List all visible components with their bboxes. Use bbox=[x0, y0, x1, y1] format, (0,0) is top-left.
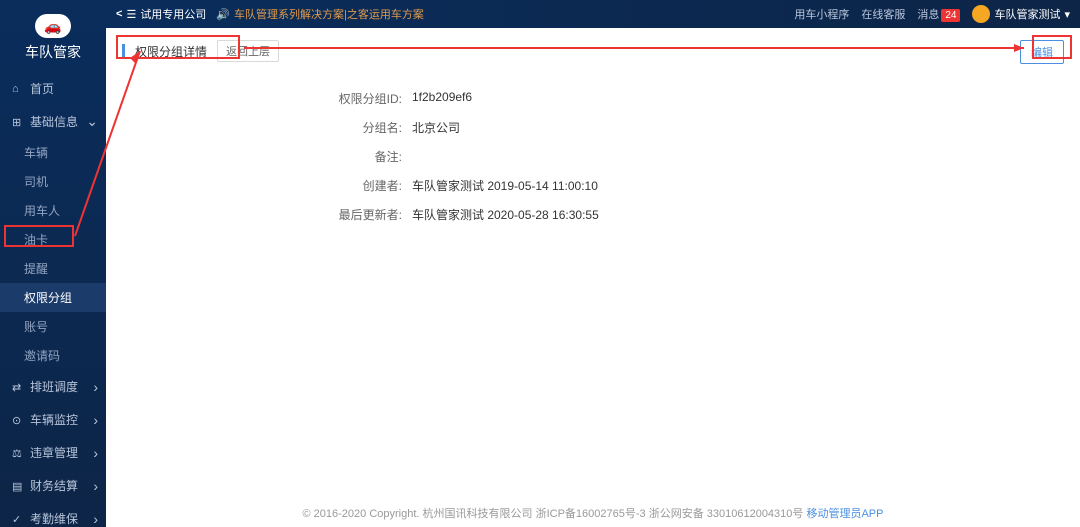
nav-label: 首页 bbox=[30, 80, 54, 97]
sidebar-item-permgroup[interactable]: 权限分组 bbox=[0, 283, 106, 312]
back-icon[interactable]: < bbox=[116, 8, 122, 20]
nav-baseinfo[interactable]: ⊞ 基础信息 bbox=[0, 105, 106, 138]
sidebar-item-invite[interactable]: 邀请码 bbox=[0, 341, 106, 370]
content: 权限分组详情 返回上层 编辑 权限分组ID:1f2b209ef6 分组名:北京公… bbox=[106, 28, 1080, 499]
link-miniapp[interactable]: 用车小程序 bbox=[794, 6, 849, 22]
row-creator: 创建者:车队管家测试 2019-05-14 11:00:10 bbox=[312, 171, 1064, 200]
nav-label: 财务结算 bbox=[30, 477, 78, 494]
avatar-icon bbox=[972, 5, 990, 23]
link-service[interactable]: 在线客服 bbox=[861, 6, 905, 22]
row-remark: 备注: bbox=[312, 142, 1064, 171]
label: 权限分组ID: bbox=[312, 90, 412, 107]
topbar: < ☰ 试用专用公司 🔊 车队管理系列解决方案|之客运用车方案 用车小程序 在线… bbox=[106, 0, 1080, 28]
sidebar-item-fuelcard[interactable]: 油卡 bbox=[0, 225, 106, 254]
list-icon: ▤ bbox=[12, 480, 24, 492]
chevron-down-icon: ▾ bbox=[1064, 8, 1070, 21]
message-label: 消息 bbox=[917, 9, 939, 21]
nav-monitor[interactable]: ⊙ 车辆监控 bbox=[0, 403, 106, 436]
menu-icon: ☰ bbox=[126, 8, 136, 21]
detail-table: 权限分组ID:1f2b209ef6 分组名:北京公司 备注: 创建者:车队管家测… bbox=[312, 84, 1064, 229]
sidebar-item-account[interactable]: 账号 bbox=[0, 312, 106, 341]
home-icon: ⌂ bbox=[12, 83, 24, 95]
label: 分组名: bbox=[312, 119, 412, 136]
user-menu[interactable]: 车队管家测试 ▾ bbox=[972, 5, 1070, 23]
accent-bar bbox=[122, 44, 125, 58]
speaker-icon: 🔊 bbox=[216, 8, 230, 21]
label: 创建者: bbox=[312, 177, 412, 194]
brand-logo[interactable]: 🚗 车队管家 bbox=[0, 0, 106, 72]
copyright: © 2016-2020 Copyright. 杭州国讯科技有限公司 浙ICP备1… bbox=[303, 508, 804, 520]
nav-finance[interactable]: ▤ 财务结算 bbox=[0, 469, 106, 502]
row-updater: 最后更新者:车队管家测试 2020-05-28 16:30:55 bbox=[312, 200, 1064, 229]
sidebar: 🚗 车队管家 ⌂ 首页 ⊞ 基础信息 车辆 司机 用车人 油卡 提醒 权限分组 账号… bbox=[0, 0, 106, 527]
link-message[interactable]: 消息24 bbox=[917, 6, 960, 22]
announce-text[interactable]: 车队管理系列解决方案|之客运用车方案 bbox=[234, 6, 424, 22]
nav-list: ⌂ 首页 ⊞ 基础信息 车辆 司机 用车人 油卡 提醒 权限分组 账号 邀请码 ⇄ 排… bbox=[0, 72, 106, 527]
page-title: 权限分组详情 bbox=[135, 43, 207, 60]
msg-count-badge: 24 bbox=[941, 9, 960, 22]
nav-label: 违章管理 bbox=[30, 444, 78, 461]
sidebar-item-driver[interactable]: 司机 bbox=[0, 167, 106, 196]
row-groupname: 分组名:北京公司 bbox=[312, 113, 1064, 142]
sidebar-item-reminder[interactable]: 提醒 bbox=[0, 254, 106, 283]
back-button[interactable]: 返回上层 bbox=[217, 40, 279, 62]
label: 备注: bbox=[312, 148, 412, 165]
nav-label: 车辆监控 bbox=[30, 411, 78, 428]
footer: © 2016-2020 Copyright. 杭州国讯科技有限公司 浙ICP备1… bbox=[106, 499, 1080, 527]
nav-label: 基础信息 bbox=[30, 113, 78, 130]
swap-icon: ⇄ bbox=[12, 381, 24, 393]
value: 1f2b209ef6 bbox=[412, 90, 472, 107]
page-header: 权限分组详情 返回上层 bbox=[122, 40, 1064, 72]
brand-name: 车队管家 bbox=[0, 42, 106, 62]
user-name: 车队管家测试 bbox=[994, 6, 1060, 22]
scale-icon: ⚖ bbox=[12, 447, 24, 459]
nav-attendance[interactable]: ✓ 考勤维保 bbox=[0, 502, 106, 527]
nav-schedule[interactable]: ⇄ 排班调度 bbox=[0, 370, 106, 403]
sidebar-item-passenger[interactable]: 用车人 bbox=[0, 196, 106, 225]
label: 最后更新者: bbox=[312, 206, 412, 223]
row-groupid: 权限分组ID:1f2b209ef6 bbox=[312, 84, 1064, 113]
edit-button[interactable]: 编辑 bbox=[1020, 40, 1064, 64]
nav-label: 排班调度 bbox=[30, 378, 78, 395]
main: < ☰ 试用专用公司 🔊 车队管理系列解决方案|之客运用车方案 用车小程序 在线… bbox=[106, 0, 1080, 527]
value: 车队管家测试 2019-05-14 11:00:10 bbox=[412, 177, 598, 194]
nav-home[interactable]: ⌂ 首页 bbox=[0, 72, 106, 105]
nav-violation[interactable]: ⚖ 违章管理 bbox=[0, 436, 106, 469]
check-icon: ✓ bbox=[12, 513, 24, 525]
footer-link[interactable]: 移动管理员APP bbox=[806, 508, 883, 520]
car-icon: 🚗 bbox=[35, 14, 71, 38]
grid-icon: ⊞ bbox=[12, 116, 24, 128]
breadcrumb[interactable]: 试用专用公司 bbox=[140, 6, 206, 22]
nav-label: 考勤维保 bbox=[30, 510, 78, 527]
value: 北京公司 bbox=[412, 119, 460, 136]
sidebar-item-vehicle[interactable]: 车辆 bbox=[0, 138, 106, 167]
value: 车队管家测试 2020-05-28 16:30:55 bbox=[412, 206, 599, 223]
target-icon: ⊙ bbox=[12, 414, 24, 426]
